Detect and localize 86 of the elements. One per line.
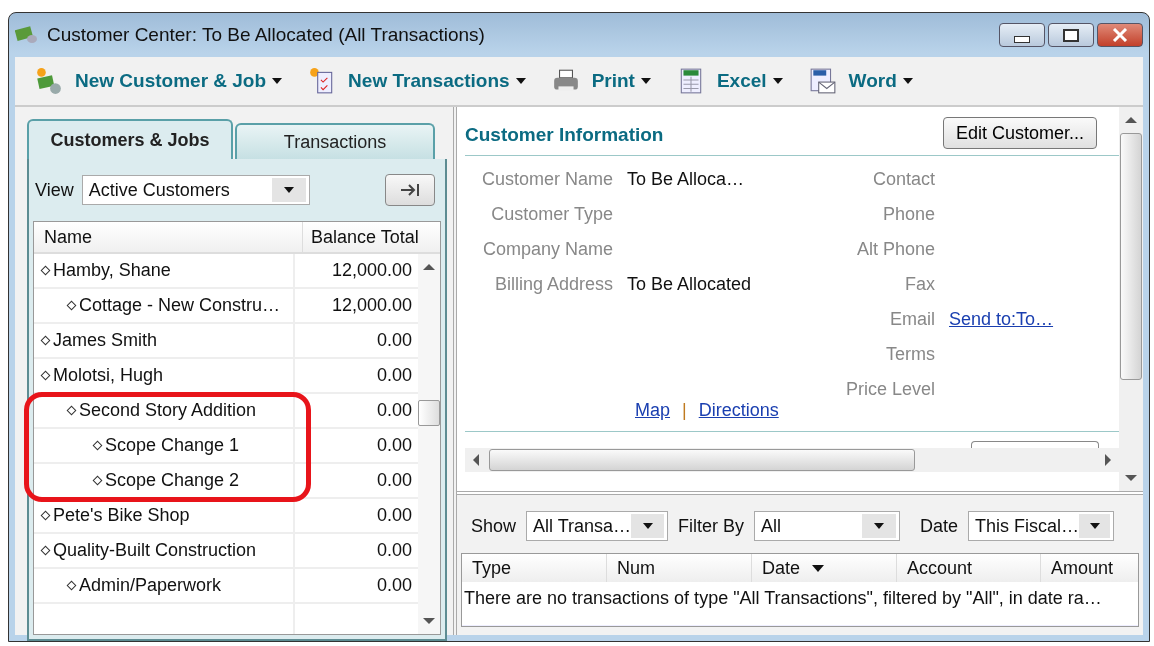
balance-cell-text: 0.00 [375,504,413,527]
balance-cell-text: 0.00 [375,399,413,422]
customer-name[interactable]: Hamby, Shane [34,254,295,287]
customer-name[interactable]: Scope Change 1 [34,429,295,462]
field-label: Phone [881,204,935,225]
column-header[interactable]: Date [752,554,897,582]
tab[interactable]: Customers & Jobs [27,119,233,159]
collapse-button[interactable] [385,174,435,206]
field-value: To Be Alloca… [627,169,745,190]
customer-name[interactable]: Quality-Built Construction [34,534,295,567]
field-label: Fax [904,274,935,295]
filter-dropdown[interactable]: This Fiscal… [968,511,1115,541]
filter-label: Date [920,515,959,537]
window-title: Customer Center: To Be Allocated (All Transactions) [47,24,485,46]
toolbar-menu-button[interactable]: New Transactions [344,70,530,92]
close-button[interactable] [1097,23,1143,47]
bullet-icon [40,545,51,556]
column-header[interactable]: Type [462,554,607,582]
section-title: Customer Information [465,124,664,146]
horizontal-scrollbar[interactable] [465,448,1119,472]
balance-cell-text: 0.00 [375,364,413,387]
bullet-icon [40,510,51,521]
field-label: Email [889,309,935,330]
field-label: Price Level [844,379,935,400]
field-label: Terms [885,344,935,365]
toolbar-menu-button[interactable]: New Customer & Job [71,70,287,92]
money-icon [15,25,39,45]
filter-dropdown[interactable]: All Transa… [526,511,669,541]
field-value: To Be Allocated [627,274,752,295]
separator: | [682,399,687,421]
column-header[interactable]: Num [607,554,752,582]
balance-cell-text: 0.00 [375,434,413,457]
tab[interactable]: Transactions [235,123,435,159]
bullet-icon [40,265,51,276]
scrollbar[interactable] [418,254,440,634]
customer-name[interactable]: Second Story Addition [34,394,295,427]
toolbar-menu-button[interactable]: Excel [712,70,787,92]
toolbar-menu-button[interactable]: Word [844,70,917,92]
edit-customer-button[interactable]: Edit Customer... [942,117,1097,149]
column-header[interactable]: Account [897,554,1041,582]
toolbar-menu-button[interactable]: Print [587,70,655,92]
empty-message: There are no transactions of type "All Transactions", filtered by "All", in date ra… [462,582,1138,626]
document-mail-icon[interactable] [808,67,837,95]
balance-cell-text: 12,000.00 [330,259,413,282]
bullet-icon [66,300,77,311]
field-label: Billing Address [493,274,613,295]
bullet-icon [66,405,77,416]
filter-label: Show [471,515,517,537]
bullet-icon [40,370,51,381]
filter-dropdown[interactable]: All [754,511,901,541]
field-label: Customer Name [480,169,613,190]
column-header[interactable]: Amount [1041,554,1138,582]
vertical-scrollbar[interactable] [1119,107,1143,491]
directions-link[interactable]: Directions [698,399,779,421]
balance-cell-text: 0.00 [375,469,413,492]
column-header[interactable]: Balance Total [303,222,440,252]
customer-icon[interactable] [35,67,63,95]
field-label: Company Name [481,239,613,260]
filter-label: Filter By [678,515,745,537]
maximize-button[interactable] [1048,23,1094,47]
balance-cell-text: 0.00 [375,329,413,352]
view-label: View [35,179,74,201]
bullet-icon [92,475,103,486]
customer-name[interactable]: Pete's Bike Shop [34,499,295,532]
map-link[interactable]: Map [635,399,670,421]
field-label: Alt Phone [855,239,935,260]
field-label: Customer Type [490,204,613,225]
column-header[interactable]: Name [34,222,303,252]
customer-name[interactable]: James Smith [34,324,295,357]
customer-name[interactable]: Scope Change 2 [34,464,295,497]
bullet-icon [40,335,51,346]
bullet-icon [92,440,103,451]
customer-name[interactable]: Molotsi, Hugh [34,359,295,392]
balance-cell-text: 0.00 [375,539,413,562]
field-label: Contact [871,169,935,190]
customer-name[interactable]: Cottage - New Constru… [34,289,295,322]
arrow-to-bar-icon[interactable] [399,183,421,197]
sort-arrow-icon [812,564,825,572]
minimize-button[interactable] [999,23,1045,47]
bullet-icon [66,580,77,591]
customer-name[interactable]: Admin/Paperwork [34,569,295,602]
view-dropdown[interactable]: Active Customers [81,175,310,205]
close-icon[interactable] [1112,28,1128,42]
balance-cell-text: 12,000.00 [330,294,413,317]
balance-cell-text: 0.00 [375,574,413,597]
email-link[interactable]: Send to:To… [949,309,1054,330]
